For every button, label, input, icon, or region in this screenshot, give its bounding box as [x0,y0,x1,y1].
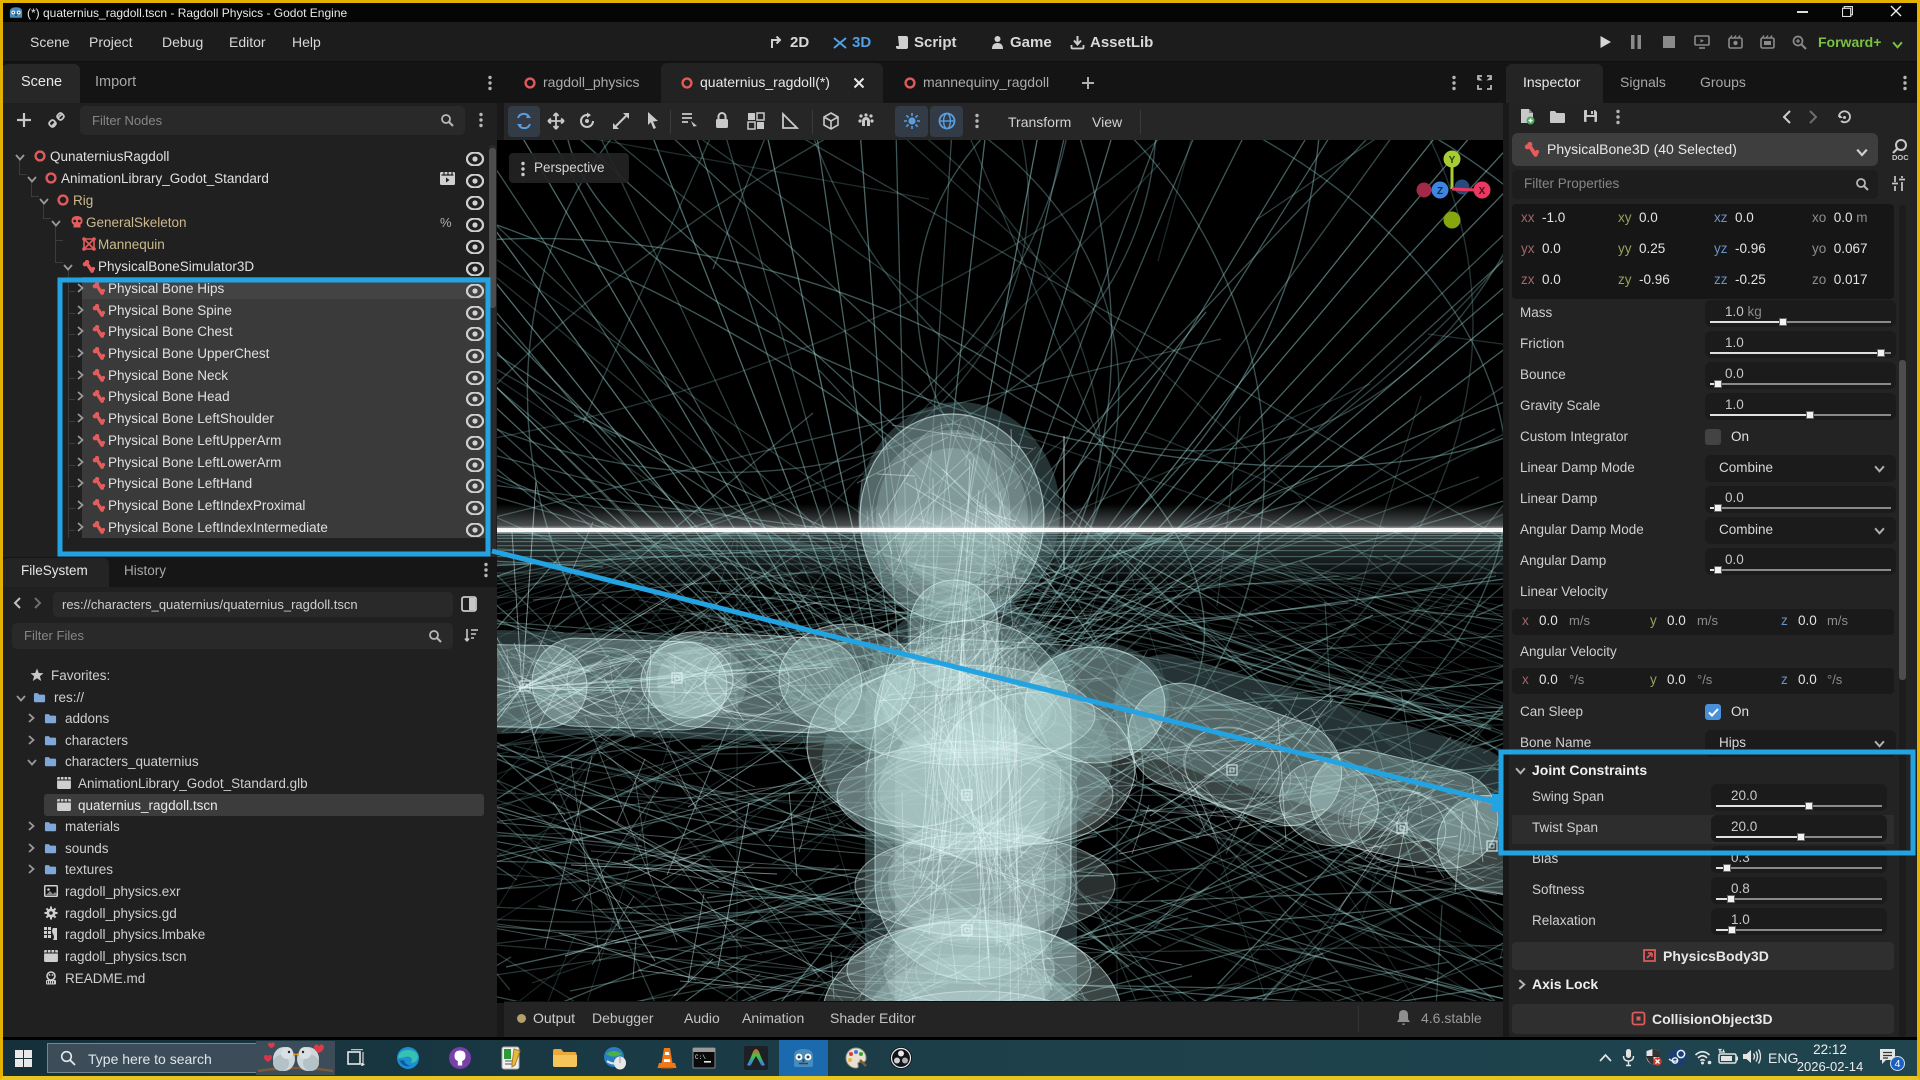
svg-text:Y: Y [1449,155,1456,166]
svg-text:DOC: DOC [1892,153,1909,162]
svg-text:C:\: C:\ [695,1054,706,1061]
svg-text:Z: Z [1437,186,1443,197]
svg-text:X: X [1479,186,1486,197]
